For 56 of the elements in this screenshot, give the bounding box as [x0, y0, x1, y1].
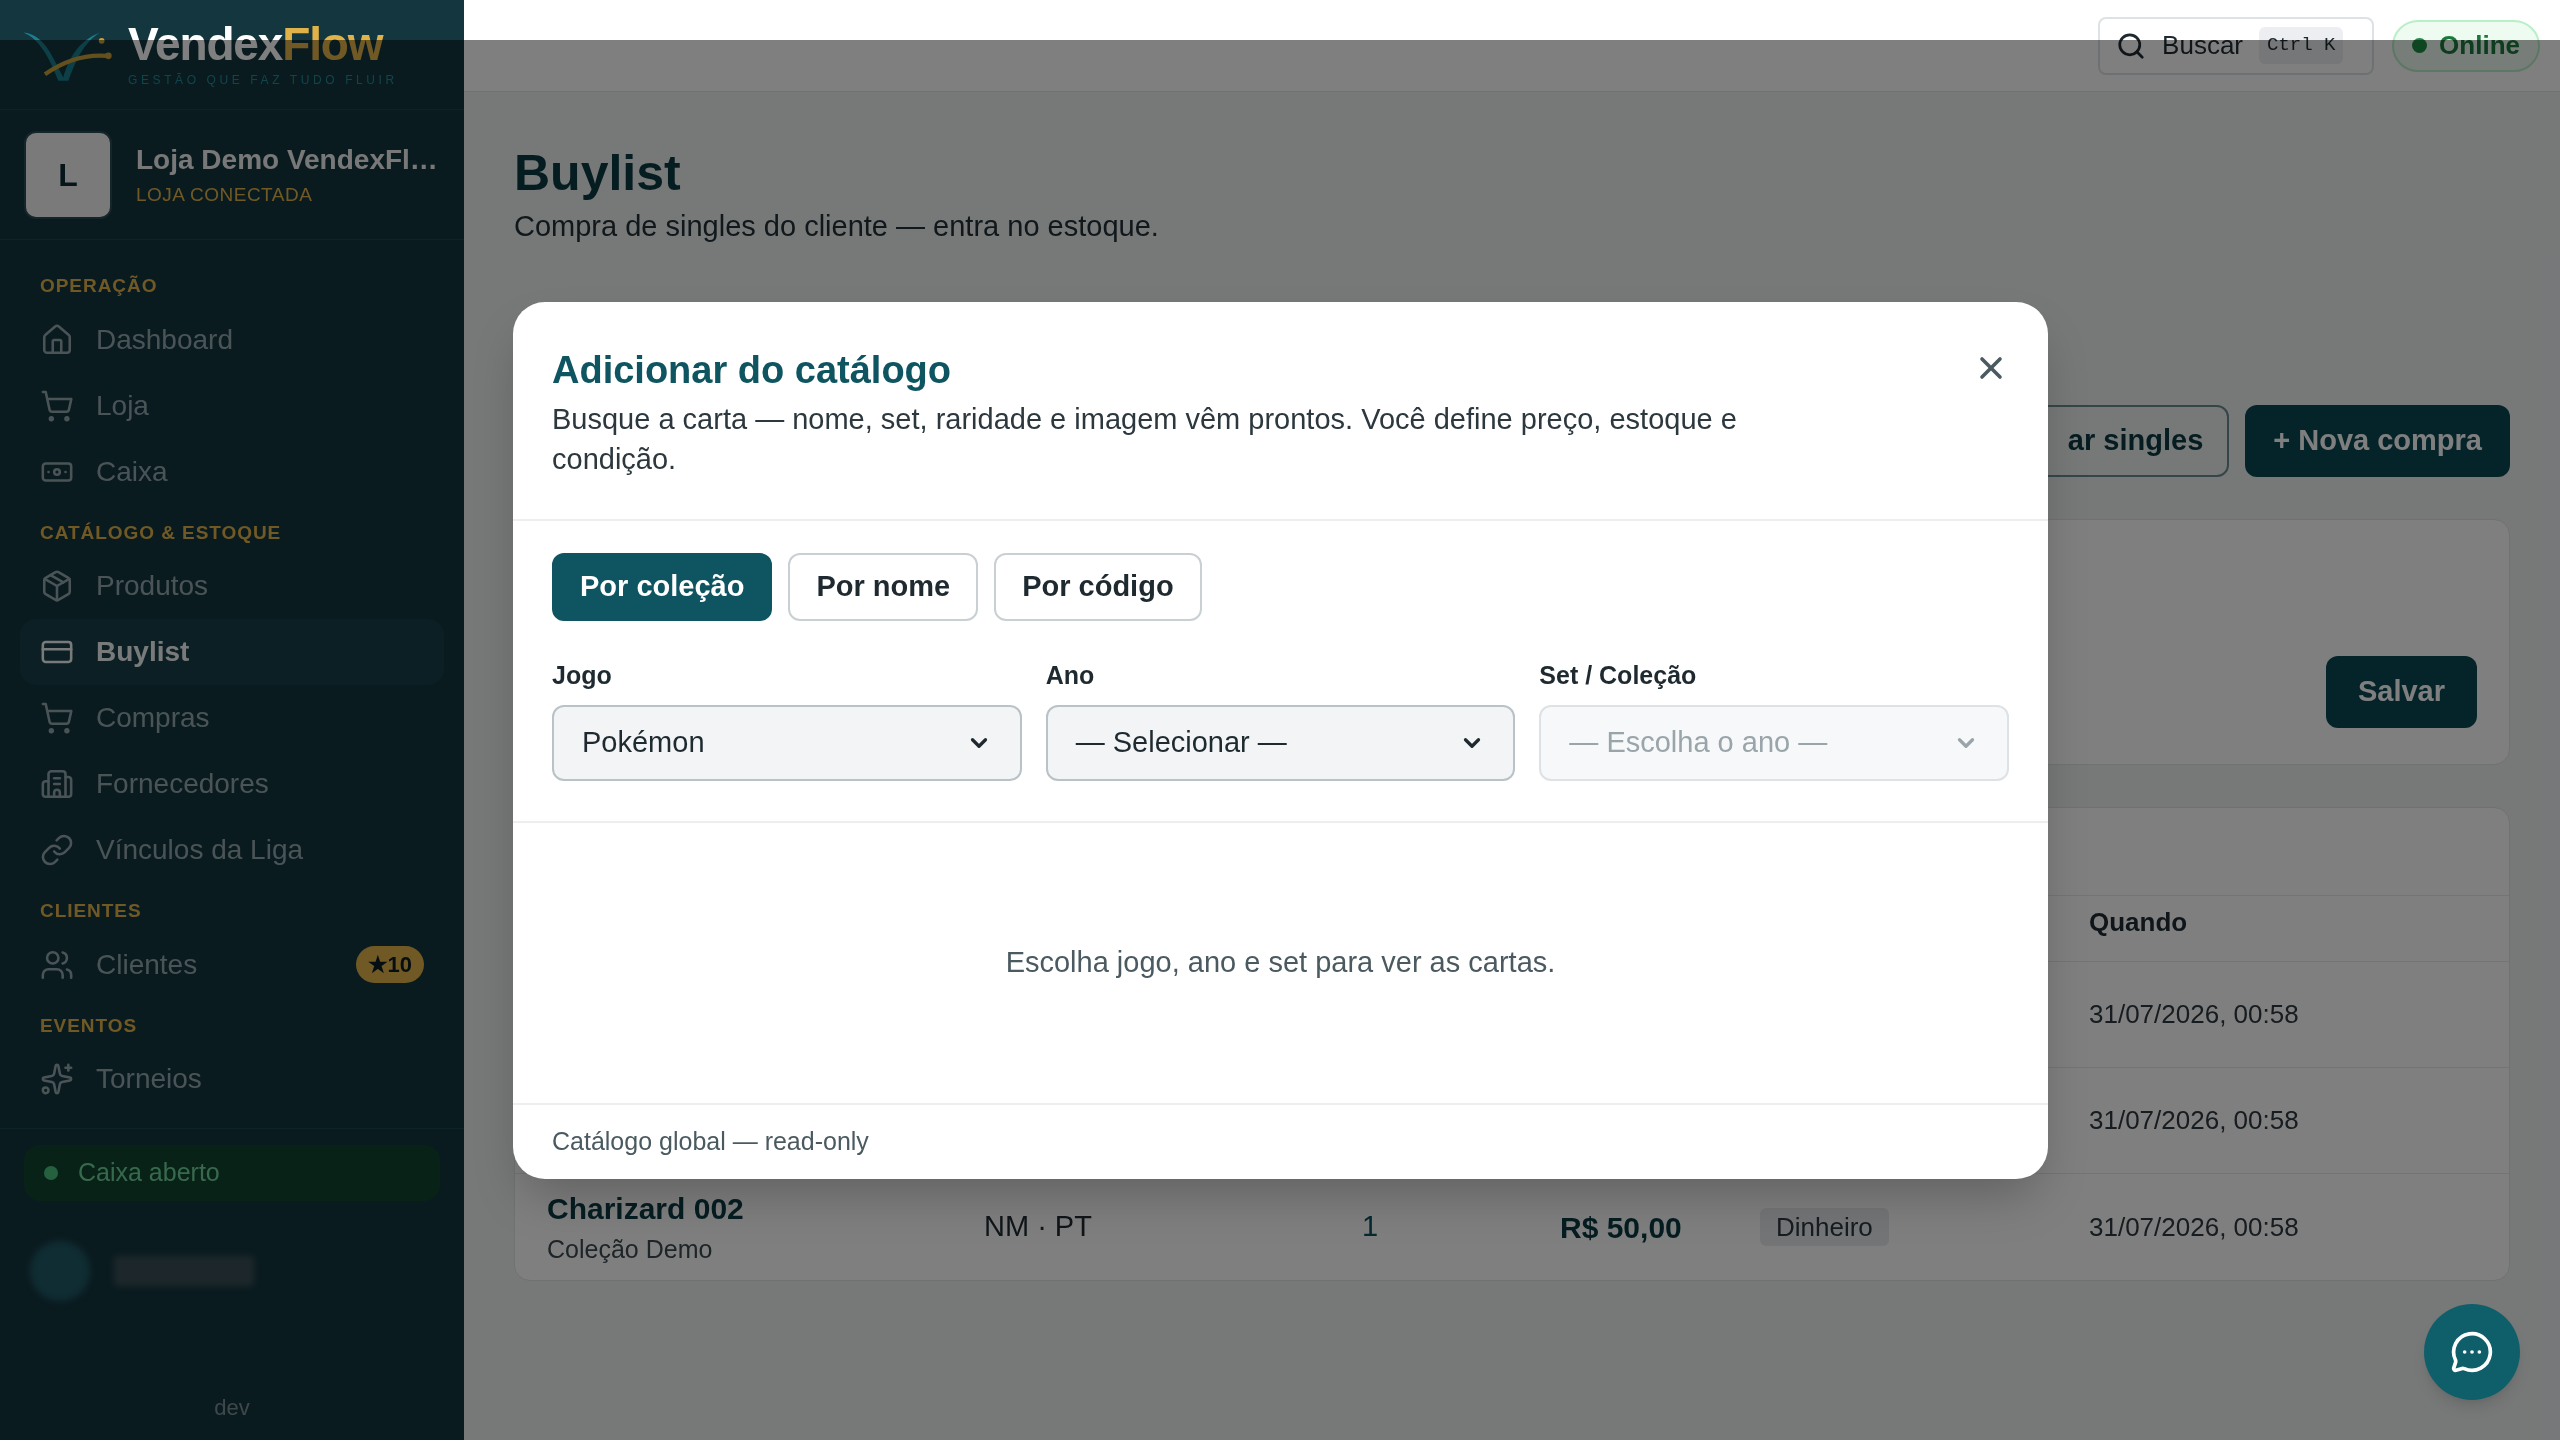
condition-cell: NM · PT — [984, 1210, 1092, 1243]
new-purchase-button[interactable]: + Nova compra — [2245, 405, 2510, 477]
field-label: Jogo — [552, 660, 613, 691]
section-label: CATÁLOGO & ESTOQUE — [39, 520, 283, 545]
price-cell: R$ 50,00 — [1560, 1210, 1682, 1244]
search-mode-tab[interactable]: Por nome — [788, 553, 979, 621]
date-cell-text: 31/07/2026, 00:58 — [2089, 998, 2300, 1031]
nav-item[interactable]: Fornecedores — [20, 751, 444, 817]
section-label: EVENTOS — [39, 1013, 139, 1038]
link-icon — [40, 833, 74, 867]
payment-tag: Dinheiro — [1760, 1207, 1889, 1246]
nav-item[interactable]: Dashboard — [20, 306, 444, 373]
section-label: CLIENTES — [39, 899, 143, 923]
field-label: Set / Coleção — [1539, 660, 1698, 691]
nav-item[interactable]: Torneios — [20, 1046, 444, 1112]
dialog-title: Adicionar do catálogo — [552, 348, 953, 393]
cash-status: Caixa aberto — [24, 1145, 440, 1201]
store-status: LOJA CONECTADA — [136, 183, 314, 208]
dropdown-field[interactable]: — Selecionar — — [1045, 704, 1516, 781]
search-mode-tab[interactable]: Por coleção — [552, 553, 773, 621]
page-title: Buylist — [514, 144, 682, 203]
search-icon — [2116, 30, 2147, 61]
save-button[interactable]: Salvar — [2325, 656, 2477, 728]
date-cell-text: 31/07/2026, 00:58 — [2089, 1210, 2300, 1244]
brand-name: VendexFlow — [128, 20, 385, 67]
cart-icon — [40, 701, 74, 735]
nav-item[interactable]: Buylist — [20, 619, 444, 685]
nav-item[interactable]: Loja — [20, 372, 444, 439]
column-header: Quando — [2089, 905, 2189, 939]
store-avatar: L — [24, 130, 112, 219]
nav-item[interactable]: Clientes ★10 — [20, 931, 444, 998]
box-icon — [40, 569, 74, 603]
building-icon — [40, 767, 74, 801]
dropdown-field[interactable]: Pokémon — [552, 704, 1022, 781]
collection-name: Coleção Demo — [547, 1233, 714, 1265]
page-subtitle: Compra de singles do cliente — entra no estoque. — [514, 208, 1160, 244]
sparkle-icon — [40, 1062, 74, 1096]
search-mode-tab[interactable]: Por código — [994, 553, 1202, 621]
nav-item[interactable]: Vínculos da Liga — [20, 817, 444, 883]
section-label: OPERAÇÃO — [39, 274, 159, 298]
shortcut-key: Ctrl K — [2259, 27, 2344, 64]
dialog-footer-note: Catálogo global — read-only — [552, 1126, 869, 1157]
nav-item[interactable]: Compras — [20, 685, 444, 751]
count-badge: ★10 — [355, 946, 424, 983]
empty-message: Escolha jogo, ano e set para ver as cartas. — [1005, 944, 1556, 980]
nav-item[interactable]: Caixa — [20, 438, 444, 505]
date-cell-text: 31/07/2026, 00:58 — [2089, 1104, 2300, 1137]
nav-item[interactable]: Produtos — [20, 553, 444, 619]
quantity-cell: 1 — [1362, 1210, 1379, 1243]
cart-icon — [40, 388, 74, 423]
card-name: Charizard 002 — [547, 1190, 745, 1227]
store-name: Loja Demo VendexFl… — [136, 143, 438, 178]
chat-icon — [2450, 1330, 2494, 1374]
field-label: Ano — [1045, 660, 1096, 691]
dialog-subtitle: Busque a carta — nome, set, raridade e imagem vêm prontos. Você define preço, estoque e condição. — [552, 402, 1738, 477]
house-icon — [40, 322, 74, 357]
